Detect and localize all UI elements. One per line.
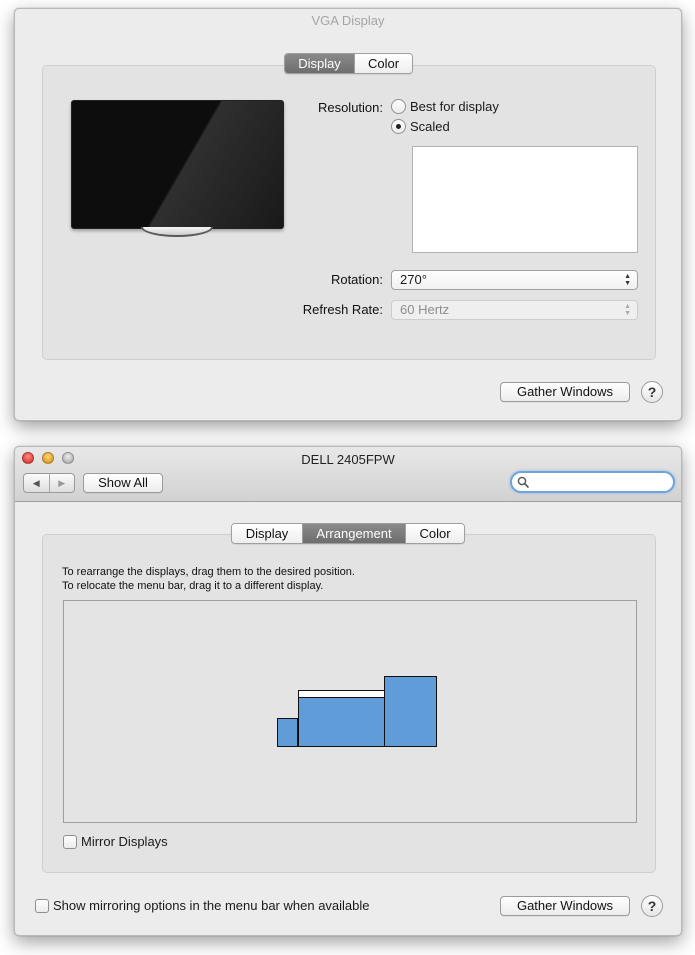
back-forward-control: ◀ ▶ <box>23 473 75 493</box>
rotation-value: 270° <box>400 272 427 287</box>
search-field[interactable] <box>510 471 675 493</box>
search-icon <box>517 476 529 488</box>
popup-arrows-icon: ▲ ▼ <box>624 273 631 287</box>
back-arrow-icon[interactable]: ◀ <box>24 474 49 492</box>
show-all-button[interactable]: Show All <box>83 473 163 493</box>
radio-best-for-display[interactable]: Best for display <box>391 99 499 114</box>
tab-arrangement[interactable]: Arrangement <box>302 524 405 543</box>
rotation-popup[interactable]: 270° ▲ ▼ <box>391 270 638 290</box>
rotation-label: Rotation: <box>330 272 383 287</box>
help-button[interactable]: ? <box>641 895 663 917</box>
tab-display[interactable]: Display <box>285 54 354 73</box>
display-arrangement-area[interactable] <box>63 600 637 823</box>
gather-windows-button[interactable]: Gather Windows <box>500 382 630 402</box>
window-title: DELL 2405FPW <box>301 452 395 467</box>
display-small[interactable] <box>277 718 298 747</box>
tab-color[interactable]: Color <box>354 54 412 73</box>
resolution-label: Resolution: <box>317 100 383 115</box>
resolution-list[interactable] <box>412 146 638 253</box>
tab-display[interactable]: Display <box>232 524 302 543</box>
monitor-image <box>71 100 284 229</box>
radio-label: Scaled <box>410 119 450 134</box>
dell-display-window: DELL 2405FPW ◀ ▶ Show All Display Arrang… <box>14 446 682 936</box>
refresh-rate-label: Refresh Rate: <box>302 302 383 317</box>
mirror-displays-checkbox[interactable]: Mirror Displays <box>63 834 168 849</box>
help-button[interactable]: ? <box>641 381 663 403</box>
vga-display-window: VGA Display Display Color Resolution: Be… <box>14 8 682 421</box>
instruction-text: To rearrange the displays, drag them to … <box>62 566 355 578</box>
popup-arrows-icon: ▲ ▼ <box>624 303 631 317</box>
radio-button[interactable] <box>391 119 406 134</box>
tab-color[interactable]: Color <box>405 524 464 543</box>
tab-bar: Display Arrangement Color <box>231 523 465 544</box>
refresh-rate-popup: 60 Hertz ▲ ▼ <box>391 300 638 320</box>
refresh-rate-value: 60 Hertz <box>400 302 450 317</box>
radio-scaled[interactable]: Scaled <box>391 119 450 134</box>
forward-arrow-icon[interactable]: ▶ <box>48 474 75 492</box>
checkbox-label: Mirror Displays <box>81 834 168 849</box>
checkbox-label: Show mirroring options in the menu bar w… <box>53 898 370 913</box>
display-rotated[interactable] <box>384 676 437 747</box>
window-title: VGA Display <box>311 13 385 28</box>
display-main[interactable] <box>298 697 385 747</box>
checkbox[interactable] <box>35 898 49 913</box>
instruction-text: To relocate the menu bar, drag it to a d… <box>62 580 324 592</box>
radio-button[interactable] <box>391 99 406 114</box>
tab-bar: Display Color <box>284 53 413 74</box>
gather-windows-button[interactable]: Gather Windows <box>500 896 630 916</box>
radio-label: Best for display <box>410 99 499 114</box>
checkbox[interactable] <box>63 834 77 849</box>
toolbar: DELL 2405FPW ◀ ▶ Show All <box>15 447 681 502</box>
show-mirroring-checkbox[interactable]: Show mirroring options in the menu bar w… <box>35 898 370 913</box>
